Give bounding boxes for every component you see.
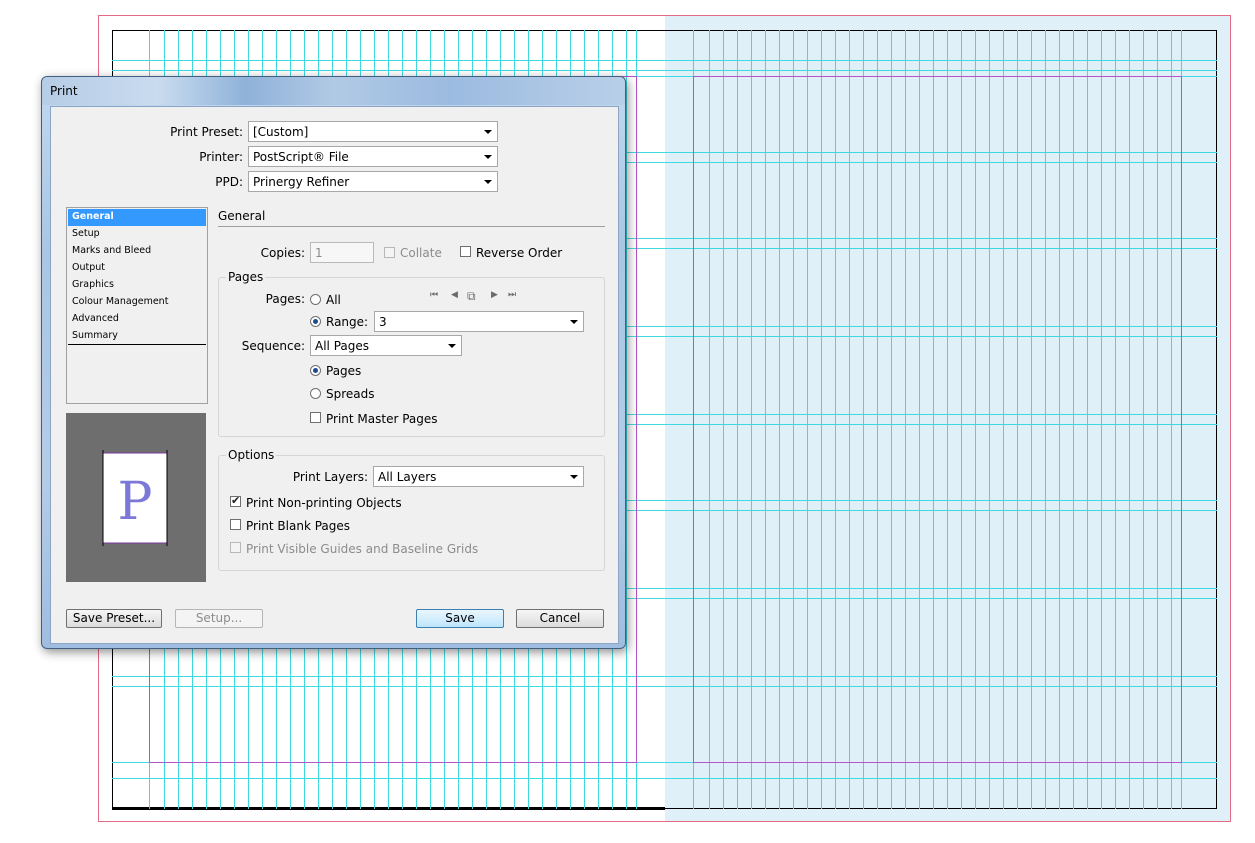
setup-button[interactable]: Setup...: [175, 609, 263, 628]
dialog-title: Print: [50, 84, 78, 98]
pages-layout-radio[interactable]: [310, 365, 321, 376]
print-dialog[interactable]: Print Print Preset: [Custom] Printer: Po…: [41, 76, 626, 649]
print-master-pages-checkbox[interactable]: [310, 412, 321, 423]
printer-value: PostScript® File: [253, 150, 349, 164]
print-non-printing-label: Print Non-printing Objects: [246, 496, 402, 510]
sequence-label: Sequence:: [241, 339, 305, 353]
print-visible-guides-label: Print Visible Guides and Baseline Grids: [246, 542, 479, 556]
checkmark-icon: ✔: [231, 494, 241, 507]
category-item-general[interactable]: General: [68, 209, 206, 226]
spreads-layout-radio[interactable]: [310, 388, 321, 399]
print-blank-pages-label: Print Blank Pages: [246, 519, 351, 533]
pages-label: Pages:: [265, 292, 305, 306]
collate-checkbox[interactable]: [384, 247, 395, 258]
print-layers-select[interactable]: All Layers: [373, 466, 584, 487]
print-blank-pages-checkbox[interactable]: [230, 519, 241, 530]
cancel-button[interactable]: Cancel: [516, 609, 604, 628]
chevron-down-icon: [484, 155, 492, 159]
ppd-label: PPD:: [215, 175, 243, 189]
section-title: General: [218, 209, 266, 223]
collate-label: Collate: [400, 246, 442, 260]
margin-guide: [693, 76, 1182, 763]
last-page-icon[interactable]: ⏭: [508, 290, 516, 300]
category-item-graphics[interactable]: Graphics: [68, 277, 206, 294]
category-item-summary[interactable]: Summary: [68, 328, 206, 345]
pages-all-radio[interactable]: [310, 294, 321, 305]
chevron-down-icon: [570, 475, 578, 479]
pages-group-title: Pages: [226, 270, 266, 284]
options-group-title: Options: [226, 448, 277, 462]
category-item-setup[interactable]: Setup: [68, 226, 206, 243]
copies-value: 1: [315, 246, 323, 260]
preview-letter: P: [118, 472, 153, 532]
print-layers-label: Print Layers:: [292, 470, 368, 484]
list-divider: [68, 344, 206, 345]
pages-icon[interactable]: ⧉: [467, 289, 476, 304]
print-layers-value: All Layers: [378, 470, 437, 484]
print-master-pages-label: Print Master Pages: [326, 412, 438, 426]
category-item-marks-and-bleed[interactable]: Marks and Bleed: [68, 243, 206, 260]
chevron-down-icon: [484, 130, 492, 134]
spreads-layout-label: Spreads: [326, 387, 375, 401]
category-item-colour-management[interactable]: Colour Management: [68, 294, 206, 311]
print-preset-label: Print Preset:: [170, 125, 243, 139]
copies-label: Copies:: [260, 246, 305, 260]
previous-page-icon[interactable]: ◀: [451, 290, 458, 300]
first-page-icon[interactable]: ⏮: [430, 290, 438, 300]
sequence-select[interactable]: All Pages: [310, 335, 462, 356]
print-preset-select[interactable]: [Custom]: [248, 121, 498, 142]
chevron-down-icon: [484, 180, 492, 184]
pages-range-input[interactable]: 3: [374, 311, 584, 332]
reverse-order-label: Reverse Order: [476, 246, 563, 260]
pages-range-label: Range:: [326, 315, 369, 329]
printer-select[interactable]: PostScript® File: [248, 146, 498, 167]
chevron-down-icon: [570, 320, 578, 324]
printer-label: Printer:: [199, 150, 243, 164]
pages-layout-label: Pages: [326, 364, 362, 378]
category-item-advanced[interactable]: Advanced: [68, 311, 206, 328]
print-visible-guides-checkbox[interactable]: [230, 542, 241, 553]
pages-range-radio[interactable]: [310, 316, 321, 327]
section-divider: [218, 226, 605, 227]
pages-range-value: 3: [379, 315, 387, 329]
print-preset-value: [Custom]: [253, 125, 309, 139]
pages-all-label: All: [326, 293, 341, 307]
category-list[interactable]: General Setup Marks and Bleed Output Graphic…: [66, 207, 208, 404]
print-non-printing-checkbox[interactable]: ✔: [230, 494, 241, 507]
dialog-body: Print Preset: [Custom] Printer: PostScri…: [50, 106, 619, 644]
chevron-down-icon: [448, 344, 456, 348]
copies-input[interactable]: 1: [310, 242, 374, 263]
save-preset-button[interactable]: Save Preset...: [66, 609, 162, 628]
reverse-order-checkbox[interactable]: [460, 246, 471, 257]
next-page-icon[interactable]: ▶: [491, 290, 498, 300]
ppd-select[interactable]: Prinergy Refiner: [248, 171, 498, 192]
save-button[interactable]: Save: [416, 609, 504, 628]
page-preview: P: [66, 413, 206, 582]
ppd-value: Prinergy Refiner: [253, 175, 350, 189]
dialog-titlebar[interactable]: Print: [42, 77, 625, 105]
sequence-value: All Pages: [315, 339, 369, 353]
preview-thumbnail: P: [102, 450, 168, 546]
category-item-output[interactable]: Output: [68, 260, 206, 277]
